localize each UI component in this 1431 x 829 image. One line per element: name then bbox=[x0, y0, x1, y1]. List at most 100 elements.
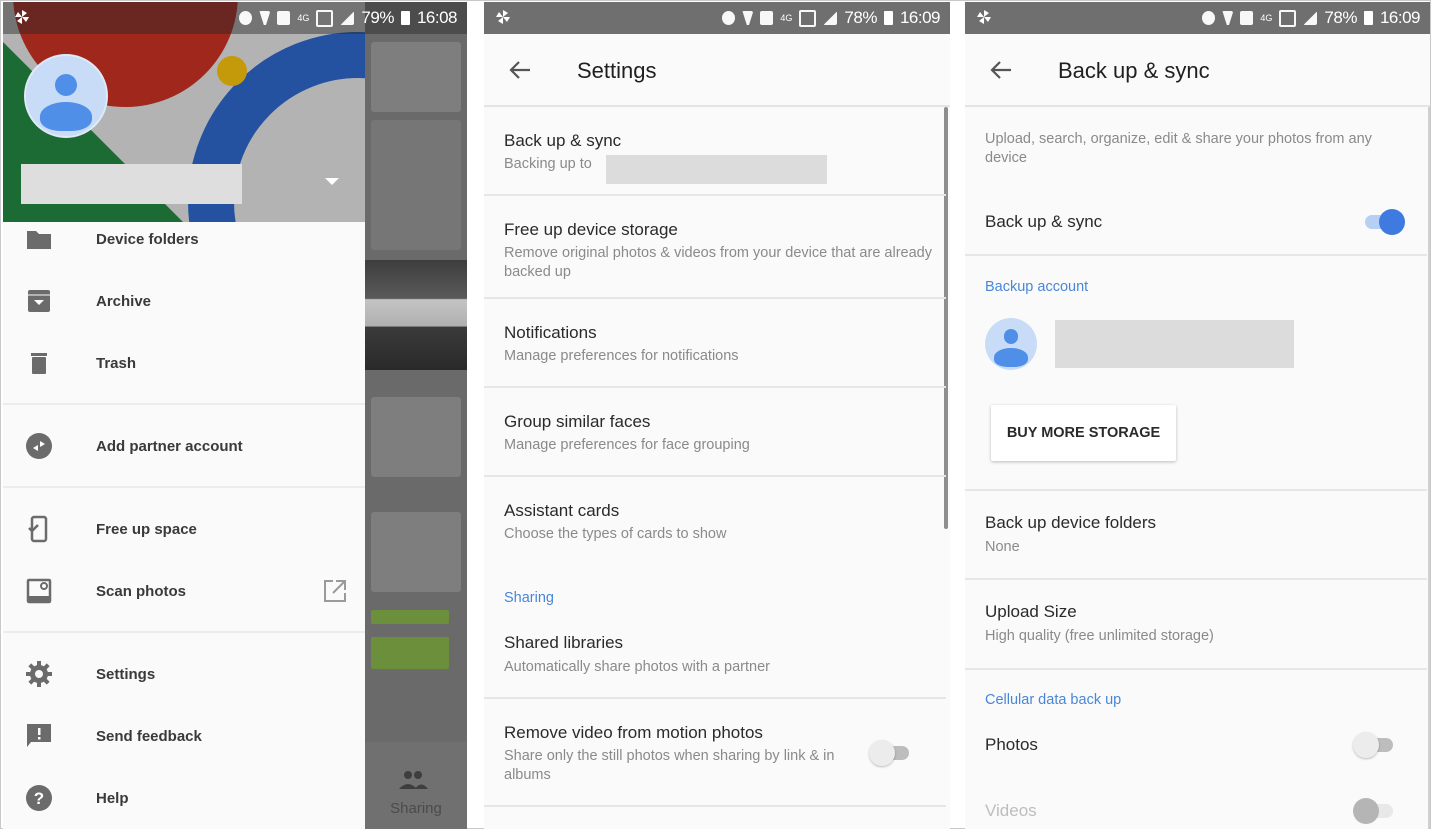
avatar[interactable] bbox=[24, 54, 108, 138]
divider bbox=[965, 254, 1427, 256]
svg-text:?: ? bbox=[34, 789, 44, 808]
screenshot-frame: Sharing 4G 79% 16:08 Device folders Arch… bbox=[0, 0, 1431, 829]
settings-item-title: Back up & sync bbox=[504, 131, 622, 150]
back-arrow-icon[interactable] bbox=[985, 54, 1017, 86]
setting-label: Back up & sync bbox=[985, 212, 1103, 231]
cellular-videos-toggle[interactable] bbox=[1353, 795, 1397, 825]
settings-item-shared-libraries[interactable]: Shared libraries Automatically share pho… bbox=[484, 612, 946, 696]
sharing-icon bbox=[399, 771, 428, 789]
drawer-item-add-partner-account[interactable]: Add partner account bbox=[3, 421, 365, 471]
drawer-item-label: Archive bbox=[96, 292, 152, 310]
battery-icon bbox=[400, 11, 410, 25]
remove-video-toggle[interactable] bbox=[869, 737, 913, 767]
sharing-nav-label: Sharing bbox=[390, 800, 442, 817]
wifi-icon bbox=[1222, 11, 1234, 25]
feedback-icon bbox=[27, 724, 51, 747]
scan-photo-icon bbox=[26, 578, 52, 604]
dimmed-card bbox=[371, 397, 461, 477]
setting-label: Videos bbox=[985, 801, 1037, 820]
drawer-item-help[interactable]: ? Help bbox=[3, 773, 365, 823]
network-type: 4G bbox=[1260, 13, 1273, 23]
settings-item-backup-sync[interactable]: Back up & sync Backing up to bbox=[484, 109, 946, 195]
backup-sync-setting[interactable]: Back up & sync bbox=[965, 192, 1427, 254]
cellular-photos-toggle[interactable] bbox=[1353, 729, 1397, 759]
drawer-item-label: Help bbox=[96, 789, 129, 807]
dimmed-message bbox=[371, 637, 449, 669]
dimmed-bottom-nav: Sharing bbox=[365, 742, 467, 829]
divider bbox=[3, 486, 365, 488]
drawer-item-free-up-space[interactable]: Free up space bbox=[3, 504, 365, 554]
drawer-item-archive[interactable]: Archive bbox=[3, 276, 365, 326]
backup-device-folders-setting[interactable]: Back up device folders None bbox=[965, 491, 1427, 579]
settings-item-free-up-storage[interactable]: Free up device storage Remove original p… bbox=[484, 196, 946, 297]
drawer-item-label: Settings bbox=[96, 665, 156, 683]
settings-item-notifications[interactable]: Notifications Manage preferences for not… bbox=[484, 299, 946, 385]
section-header-backup-account: Backup account bbox=[985, 279, 1089, 295]
settings-item-subtitle: Choose the types of cards to show bbox=[504, 526, 727, 542]
drawer-item-send-feedback[interactable]: Send feedback bbox=[3, 711, 365, 761]
backup-sync-screen: 4G 78% 16:09 Back up & sync Upload, sear… bbox=[965, 2, 1430, 829]
wifi-icon bbox=[259, 11, 271, 25]
drawer-item-scan-photos[interactable]: Scan photos bbox=[3, 566, 365, 616]
account-email-redacted bbox=[1055, 320, 1294, 368]
pinwheel-icon bbox=[977, 10, 991, 24]
drawer-item-label: Add partner account bbox=[96, 437, 243, 455]
cellular-photos-setting[interactable]: Photos bbox=[965, 720, 1427, 770]
scroll-edge bbox=[1428, 107, 1430, 829]
drawer-header bbox=[3, 2, 365, 222]
cellular-videos-setting[interactable]: Videos bbox=[965, 786, 1427, 829]
divider bbox=[965, 668, 1427, 670]
dimmed-card bbox=[371, 42, 461, 112]
drawer-item-settings[interactable]: Settings bbox=[3, 649, 365, 699]
drawer-item-label: Device folders bbox=[96, 230, 199, 248]
battery-icon bbox=[1363, 11, 1373, 25]
alarm-icon bbox=[239, 11, 253, 25]
settings-screen: 4G 78% 16:09 Settings Back up & sync Bac… bbox=[484, 2, 950, 829]
dimmed-background-content[interactable]: Sharing bbox=[365, 2, 467, 829]
data-icon bbox=[1279, 9, 1297, 27]
battery-percent: 79% bbox=[361, 8, 394, 27]
external-link-icon[interactable] bbox=[322, 578, 348, 604]
partner-icon bbox=[26, 433, 52, 459]
backup-sync-toggle[interactable] bbox=[1361, 206, 1405, 236]
gear-icon bbox=[26, 661, 52, 687]
data-icon bbox=[799, 9, 817, 27]
dimmed-card bbox=[371, 512, 461, 592]
divider bbox=[484, 805, 946, 807]
account-switcher-caret-icon[interactable] bbox=[325, 178, 339, 185]
signal-icon bbox=[340, 11, 355, 25]
trash-icon bbox=[31, 353, 47, 374]
drawer-item-device-folders[interactable]: Device folders bbox=[3, 214, 365, 264]
status-bar: 4G 79% 16:08 bbox=[3, 2, 467, 34]
settings-item-title: Shared libraries bbox=[504, 633, 624, 652]
section-header-sharing: Sharing bbox=[504, 590, 554, 606]
network-type: 4G bbox=[297, 13, 310, 23]
settings-item-assistant-cards[interactable]: Assistant cards Choose the types of card… bbox=[484, 477, 946, 563]
drawer-item-trash[interactable]: Trash bbox=[3, 338, 365, 388]
buy-more-storage-button[interactable]: BUY MORE STORAGE bbox=[991, 405, 1176, 461]
setting-title: Back up device folders bbox=[985, 513, 1157, 532]
account-avatar bbox=[985, 318, 1037, 370]
settings-item-title: Remove video from motion photos bbox=[504, 723, 763, 742]
drawer-item-label: Send feedback bbox=[96, 727, 202, 745]
back-arrow-icon[interactable] bbox=[504, 54, 536, 86]
upload-size-setting[interactable]: Upload Size High quality (free unlimited… bbox=[965, 580, 1427, 668]
settings-item-subtitle: Backing up to bbox=[504, 156, 592, 172]
sim-icon bbox=[277, 11, 291, 25]
backup-description: Upload, search, organize, edit & share y… bbox=[985, 131, 1372, 166]
battery-icon bbox=[883, 11, 893, 25]
app-bar: Back up & sync bbox=[965, 34, 1430, 107]
pinwheel-icon bbox=[496, 10, 510, 24]
divider bbox=[3, 403, 365, 405]
battery-percent: 78% bbox=[844, 8, 877, 27]
phone-check-icon bbox=[28, 515, 48, 543]
settings-item-title: Group similar faces bbox=[504, 412, 651, 431]
settings-item-subtitle: Remove original photos & videos from you… bbox=[504, 245, 932, 280]
settings-item-group-faces[interactable]: Group similar faces Manage preferences f… bbox=[484, 388, 946, 474]
sim-icon bbox=[760, 11, 774, 25]
settings-item-title: Notifications bbox=[504, 323, 597, 342]
battery-percent: 78% bbox=[1324, 8, 1357, 27]
clock: 16:08 bbox=[416, 8, 458, 27]
settings-item-remove-video[interactable]: Remove video from motion photos Share on… bbox=[484, 699, 946, 803]
drawer-screen: Sharing 4G 79% 16:08 Device folders Arch… bbox=[3, 2, 467, 829]
